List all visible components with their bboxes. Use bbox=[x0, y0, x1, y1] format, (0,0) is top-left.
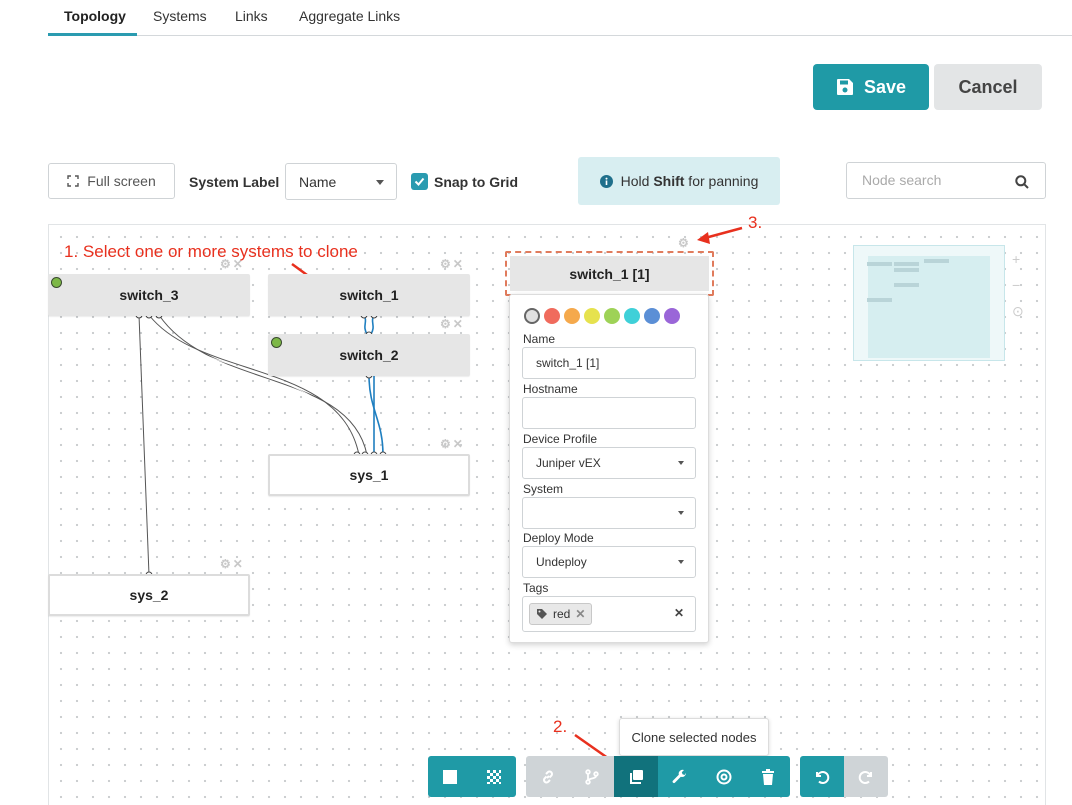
pattern-icon bbox=[487, 769, 501, 784]
system-label: System bbox=[523, 482, 564, 496]
node-sys-1[interactable]: sys_1 bbox=[268, 454, 470, 496]
annotation-step-1: 1. Select one or more systems to clone bbox=[64, 242, 358, 261]
minimap-node bbox=[894, 283, 919, 287]
tags-label: Tags bbox=[523, 581, 549, 595]
select-all-icon bbox=[443, 769, 457, 784]
link-icon bbox=[543, 770, 553, 783]
node-label: sys_2 bbox=[129, 587, 169, 603]
deploy-mode-label: Deploy Mode bbox=[523, 531, 594, 545]
hostname-label: Hostname bbox=[523, 382, 578, 396]
system-select[interactable] bbox=[522, 497, 696, 529]
node-sys-2[interactable]: sys_2 bbox=[48, 574, 250, 616]
node-label: switch_2 bbox=[339, 347, 399, 363]
color-swatch-cyan[interactable] bbox=[624, 308, 640, 324]
color-picker bbox=[524, 308, 680, 324]
branch-button[interactable] bbox=[570, 756, 614, 797]
selection-toolbar bbox=[428, 756, 516, 797]
device-profile-label: Device Profile bbox=[523, 432, 598, 446]
undo-button[interactable] bbox=[800, 756, 844, 797]
device-profile-select[interactable]: Juniper vEX bbox=[522, 447, 696, 479]
name-value: switch_1 [1] bbox=[536, 356, 600, 370]
color-swatch-yellow[interactable] bbox=[584, 308, 600, 324]
link-button[interactable] bbox=[526, 756, 570, 797]
minimap-node bbox=[867, 262, 892, 266]
cloned-node[interactable]: switch_1 [1] bbox=[505, 251, 714, 296]
annotation-step-3: 3. bbox=[748, 213, 763, 232]
redo-button[interactable] bbox=[844, 756, 888, 797]
minimap-viewport bbox=[868, 256, 990, 358]
chevron-down-icon bbox=[678, 511, 684, 515]
history-toolbar bbox=[800, 756, 888, 797]
tag-remove-icon[interactable]: ✕ bbox=[575, 607, 585, 621]
delete-button[interactable] bbox=[746, 756, 790, 797]
color-swatch-orange[interactable] bbox=[564, 308, 580, 324]
edit-toolbar bbox=[526, 756, 790, 797]
node-controls[interactable]: ⚙✕ bbox=[440, 257, 465, 271]
node-switch-2[interactable]: switch_2 bbox=[268, 334, 470, 376]
cloned-node-label: switch_1 [1] bbox=[510, 256, 709, 291]
zoom-in-icon[interactable]: + bbox=[1012, 251, 1020, 267]
node-editor-panel: Name switch_1 [1] Hostname Device Profil… bbox=[509, 294, 709, 643]
minimap[interactable] bbox=[853, 245, 1005, 361]
tag-value: red bbox=[553, 607, 571, 621]
tags-field[interactable]: red ✕ ✕ bbox=[522, 596, 696, 632]
name-field[interactable]: switch_1 [1] bbox=[522, 347, 696, 379]
name-label: Name bbox=[523, 332, 556, 346]
color-swatch-blue[interactable] bbox=[644, 308, 660, 324]
node-label: sys_1 bbox=[349, 467, 389, 483]
color-swatch-red[interactable] bbox=[544, 308, 560, 324]
select-all-button[interactable] bbox=[428, 756, 472, 797]
configure-button[interactable] bbox=[658, 756, 702, 797]
node-label: switch_1 bbox=[339, 287, 399, 303]
deploy-mode-value: Undeploy bbox=[536, 555, 587, 569]
chevron-down-icon bbox=[678, 560, 684, 564]
tooltip: Clone selected nodes bbox=[619, 718, 769, 756]
redo-icon bbox=[858, 770, 872, 784]
minimap-node bbox=[867, 298, 892, 302]
wrench-icon bbox=[672, 769, 686, 783]
target-button[interactable] bbox=[702, 756, 746, 797]
status-indicator bbox=[271, 337, 282, 348]
zoom-reset-icon[interactable]: ⊙ bbox=[1012, 303, 1024, 320]
clear-tags-icon[interactable]: ✕ bbox=[674, 606, 684, 620]
tag-icon bbox=[537, 609, 547, 619]
color-swatch-grey[interactable] bbox=[524, 308, 540, 324]
node-controls[interactable]: ⚙✕ bbox=[220, 557, 245, 571]
minimap-node bbox=[894, 268, 919, 272]
chevron-down-icon bbox=[678, 461, 684, 465]
target-icon bbox=[716, 769, 732, 784]
node-switch-1[interactable]: switch_1 bbox=[268, 274, 470, 316]
annotation-step-2: 2. bbox=[553, 717, 568, 736]
color-swatch-purple[interactable] bbox=[664, 308, 680, 324]
gear-icon[interactable]: ⚙ bbox=[678, 236, 691, 250]
node-switch-3[interactable]: switch_3 bbox=[48, 274, 250, 316]
undo-icon bbox=[816, 770, 830, 784]
node-controls[interactable]: ⚙✕ bbox=[440, 317, 465, 331]
zoom-out-icon[interactable]: − bbox=[1012, 277, 1020, 293]
color-swatch-green[interactable] bbox=[604, 308, 620, 324]
pattern-button[interactable] bbox=[472, 756, 516, 797]
tag-chip: red ✕ bbox=[529, 603, 593, 625]
node-controls[interactable]: ⚙✕ bbox=[440, 437, 465, 451]
status-indicator bbox=[51, 277, 62, 288]
minimap-node bbox=[924, 259, 949, 263]
branch-icon bbox=[585, 768, 599, 785]
node-label: switch_3 bbox=[119, 287, 179, 303]
hostname-field[interactable] bbox=[522, 397, 696, 429]
clone-icon bbox=[630, 769, 643, 784]
clone-button[interactable] bbox=[614, 756, 658, 797]
minimap-node bbox=[894, 262, 919, 266]
trash-icon bbox=[762, 768, 774, 785]
device-profile-value: Juniper vEX bbox=[536, 456, 601, 470]
deploy-mode-select[interactable]: Undeploy bbox=[522, 546, 696, 578]
